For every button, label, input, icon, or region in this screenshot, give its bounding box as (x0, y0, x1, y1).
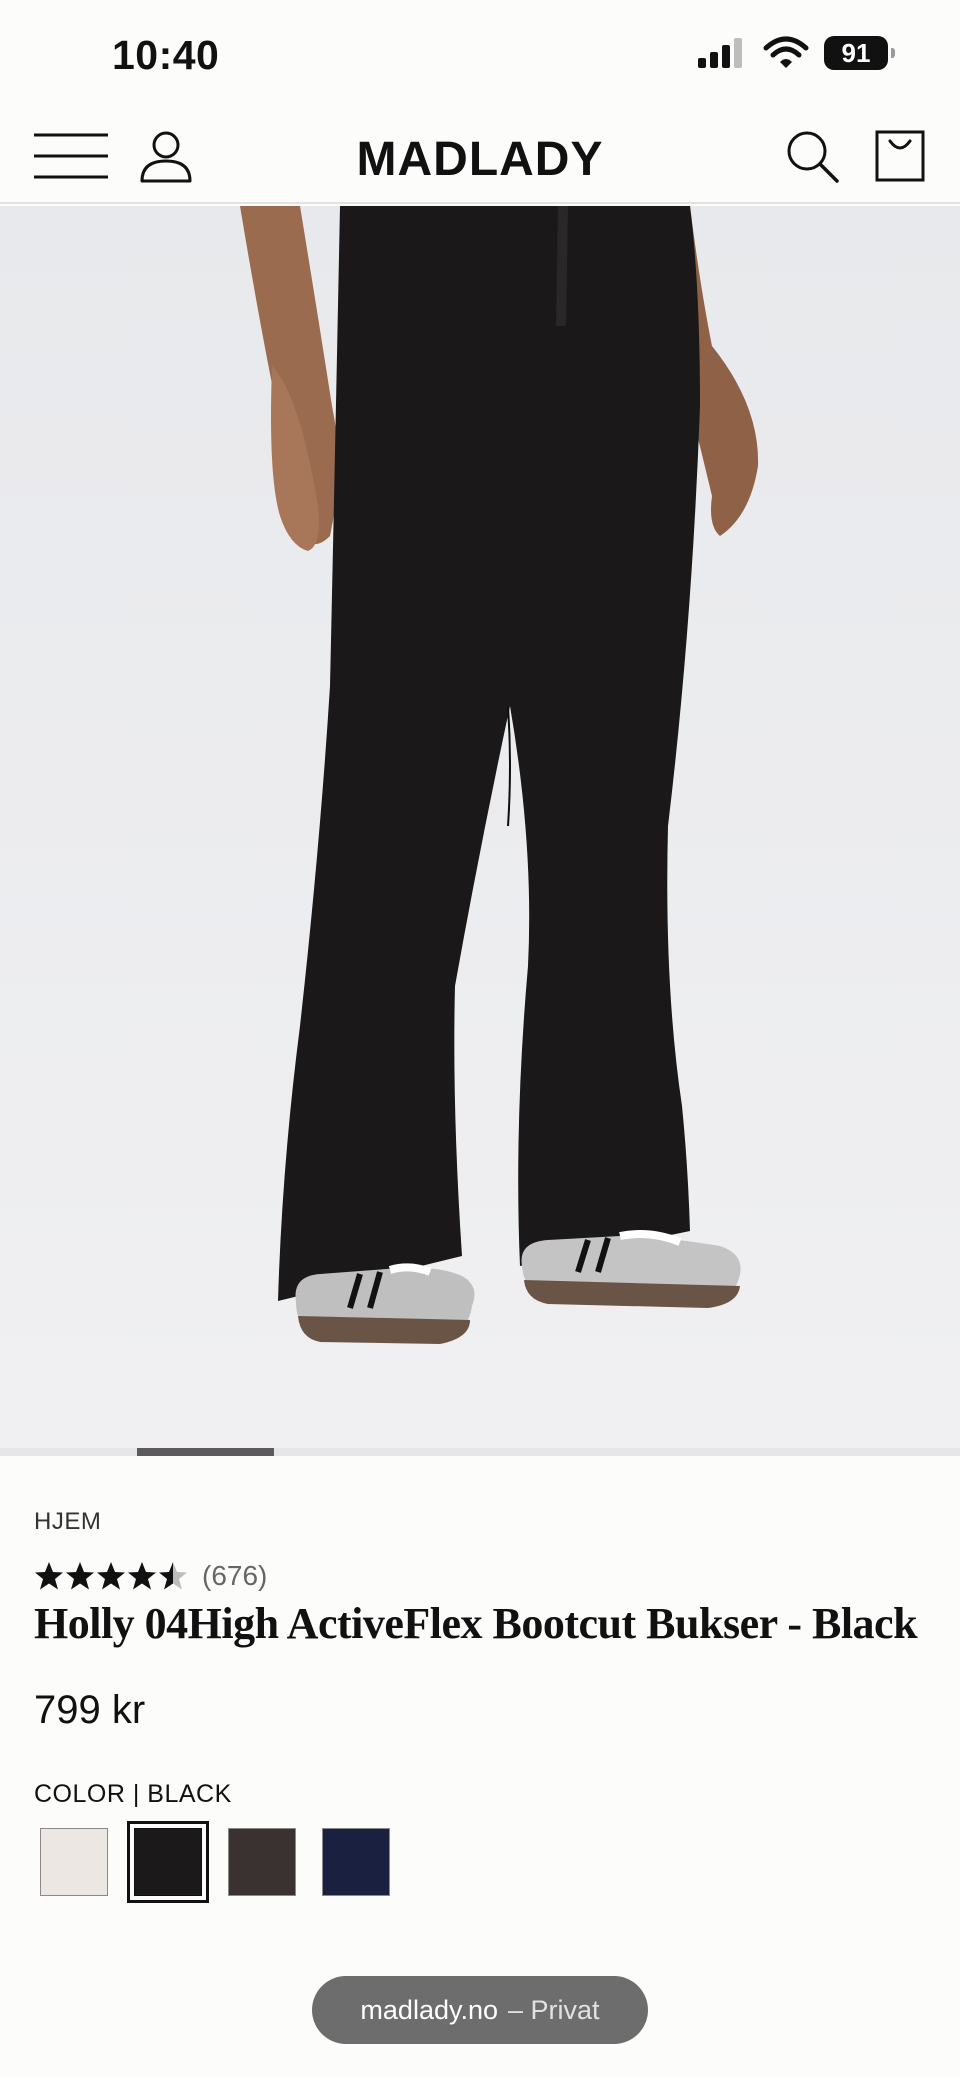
shopping-bag-icon[interactable] (872, 126, 928, 186)
color-swatches (40, 1821, 390, 1903)
signal-icon (698, 38, 742, 68)
product-title: Holly 04High ActiveFlex Bootcut Bukser -… (34, 1599, 918, 1648)
swatch-navy[interactable] (322, 1828, 390, 1896)
status-icons: 91 (696, 36, 895, 70)
status-bar: 10:40 91 (0, 0, 960, 112)
browser-mode: – Privat (508, 1994, 600, 2025)
star-rating-icon (35, 1562, 187, 1590)
swatch-cream[interactable] (40, 1828, 108, 1896)
selected-color-label: COLOR | BLACK (34, 1780, 232, 1808)
swatch-black[interactable] (127, 1821, 209, 1903)
search-icon[interactable] (782, 126, 842, 186)
browser-domain: madlady.no (360, 1994, 499, 2025)
image-carousel-indicator[interactable] (0, 1448, 960, 1456)
product-photo (0, 206, 960, 1448)
site-header: MADLADY (0, 112, 960, 204)
carousel-active-indicator (137, 1448, 274, 1456)
product-image[interactable] (0, 206, 960, 1448)
browser-url-pill[interactable]: madlady.no – Privat (312, 1976, 648, 2044)
rating-count: (676) (202, 1560, 268, 1591)
battery-indicator: 91 (824, 36, 895, 70)
breadcrumb[interactable]: HJEM (34, 1508, 101, 1536)
product-rating[interactable]: (676) (34, 1560, 267, 1592)
status-time: 10:40 (112, 32, 220, 78)
swatch-brown[interactable] (228, 1828, 296, 1896)
wifi-icon (763, 36, 809, 68)
product-price: 799 kr (34, 1688, 146, 1732)
